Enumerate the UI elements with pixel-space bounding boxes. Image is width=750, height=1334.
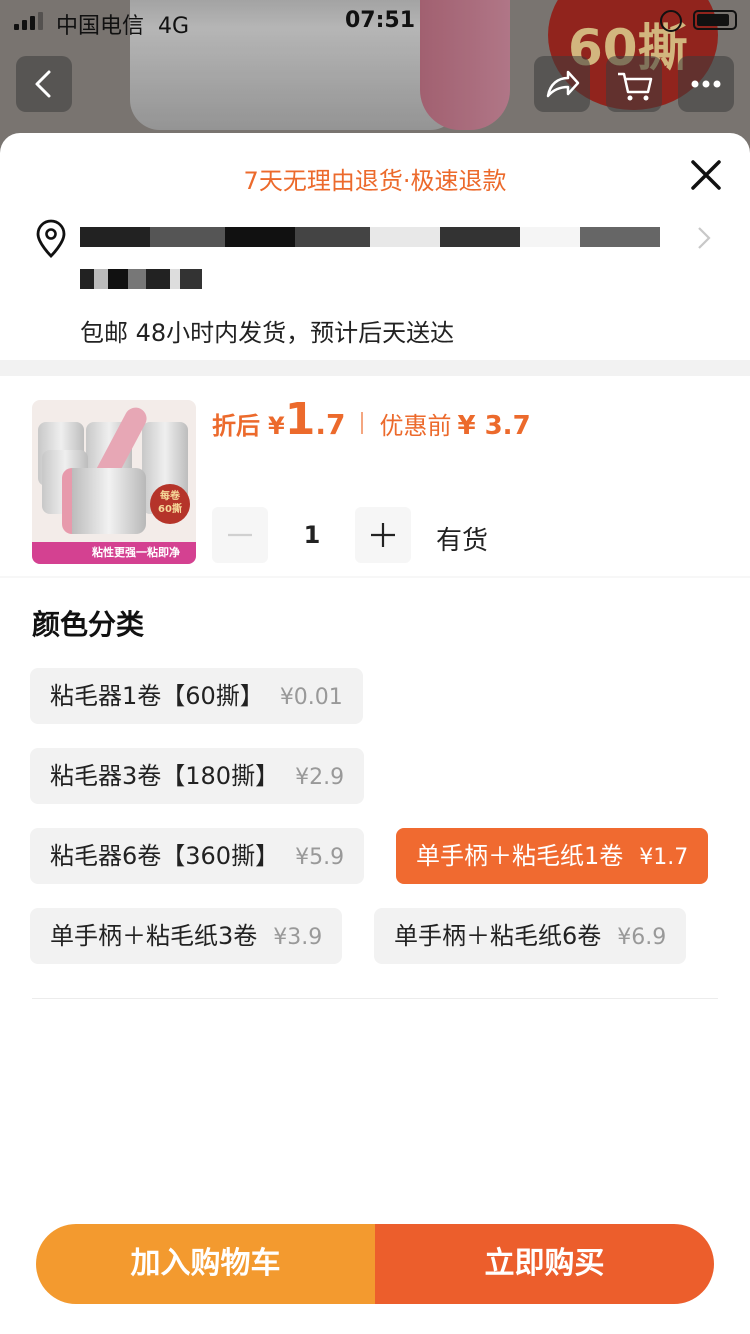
original-price: ¥ 3.7 — [457, 411, 531, 441]
sku-option[interactable]: 粘毛器6卷【360撕】 ¥5.9 — [30, 828, 365, 884]
location-pin-icon — [36, 219, 66, 258]
sku-option[interactable]: 单手柄＋粘毛纸3卷 ¥3.9 — [30, 908, 343, 964]
redacted-address — [80, 227, 660, 247]
minus-icon — [228, 533, 252, 537]
currency-symbol: ¥ — [268, 412, 285, 440]
stock-status: 有货 — [436, 526, 489, 556]
sku-option[interactable]: 单手柄＋粘毛纸6卷 ¥6.9 — [374, 908, 687, 964]
original-price-label: 优惠前 — [379, 412, 452, 440]
price-label: 折后 — [212, 412, 260, 440]
quantity-value[interactable]: 1 — [292, 521, 332, 549]
sku-option[interactable]: 粘毛器1卷【60撕】 ¥0.01 — [30, 668, 363, 724]
color-category-title: 颜色分类 — [32, 608, 145, 641]
sku-option[interactable]: 粘毛器3卷【180撕】 ¥2.9 — [30, 748, 365, 804]
clock: 07:51 — [345, 8, 416, 33]
increase-button[interactable] — [355, 507, 411, 563]
buy-now-button[interactable]: 立即购买 — [375, 1224, 714, 1304]
sku-selector-sheet: 7天无理由退货·极速退款 包邮 48小时内发货，预计后天送达 每卷 60撕 粘性… — [0, 133, 750, 1334]
share-button[interactable] — [534, 56, 590, 112]
carrier-label: 中国电信 4G — [56, 14, 190, 39]
return-policy-banner: 7天无理由退货·极速退款 — [243, 167, 507, 195]
back-button[interactable] — [16, 56, 72, 112]
cart-icon — [618, 72, 653, 101]
redacted-address-line2 — [80, 269, 202, 289]
price-decimal: .7 — [315, 408, 346, 441]
plus-icon — [371, 523, 395, 547]
close-button[interactable] — [688, 157, 724, 193]
price-separator — [361, 412, 364, 434]
price-block: 折后 ¥ 1 .7 优惠前 ¥ 3.7 — [212, 394, 531, 445]
signal-icon — [14, 12, 43, 30]
decrease-button[interactable] — [212, 507, 268, 563]
cart-nav-button[interactable] — [606, 56, 662, 112]
price-integer: 1 — [284, 394, 316, 445]
add-to-cart-button[interactable]: 加入购物车 — [36, 1224, 375, 1304]
close-icon — [691, 160, 721, 190]
product-thumbnail[interactable]: 每卷 60撕 粘性更强一粘即净 — [32, 400, 196, 564]
status-bar: 中国电信 4G 07:51 — [0, 0, 750, 40]
chevron-right-icon — [698, 227, 711, 249]
back-arrow-icon — [35, 70, 51, 98]
section-divider — [0, 360, 750, 376]
share-icon — [546, 70, 580, 98]
thumb-strip: 粘性更强一粘即净 — [32, 542, 196, 564]
sku-option-selected[interactable]: 单手柄＋粘毛纸1卷 ¥1.7 — [396, 828, 709, 884]
more-icon — [691, 80, 721, 88]
shipping-info: 包邮 48小时内发货，预计后天送达 — [80, 319, 455, 347]
battery-icon — [693, 10, 737, 30]
orientation-lock-icon — [660, 10, 682, 32]
more-button[interactable] — [678, 56, 734, 112]
thumb-badge: 每卷 60撕 — [150, 484, 190, 524]
action-bar: 加入购物车 立即购买 — [36, 1224, 714, 1304]
